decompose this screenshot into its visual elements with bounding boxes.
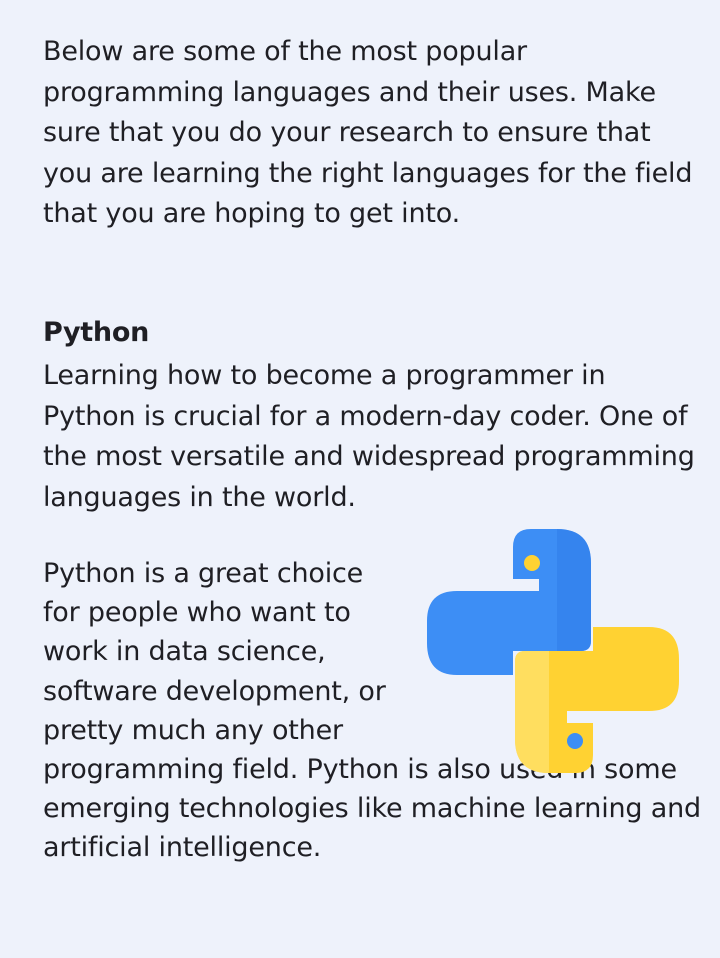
python-heading: Python — [43, 317, 149, 348]
intro-paragraph: Below are some of the most popular progr… — [43, 36, 693, 229]
python-uses-text-part1: Python is a great choice for people who … — [43, 558, 386, 746]
python-logo-blue-shade — [557, 529, 591, 651]
python-logo-yellow-shade — [515, 651, 549, 773]
python-logo-eye-bottom — [567, 733, 583, 749]
python-description: Learning how to become a programmer in P… — [43, 360, 695, 513]
python-logo-eye-top — [524, 555, 540, 571]
python-logo-icon — [427, 529, 679, 773]
page: Below are some of the most popular progr… — [0, 0, 720, 958]
